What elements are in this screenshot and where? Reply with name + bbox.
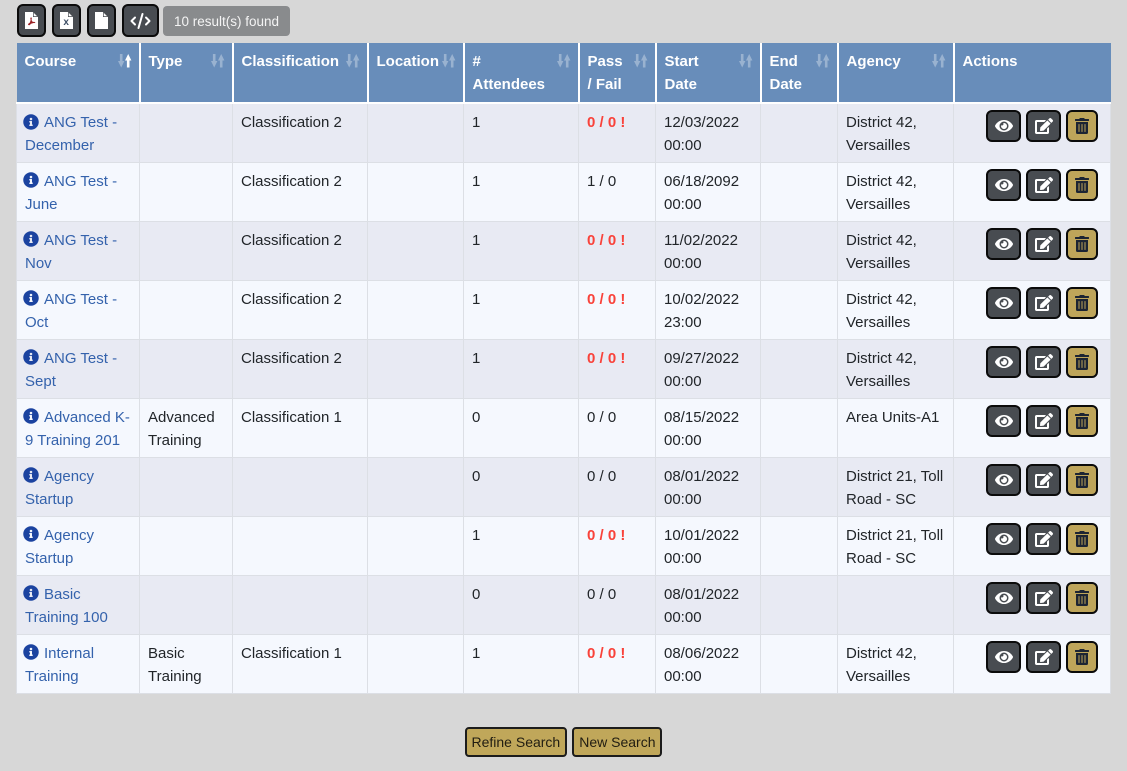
svg-text:x: x <box>63 17 69 28</box>
